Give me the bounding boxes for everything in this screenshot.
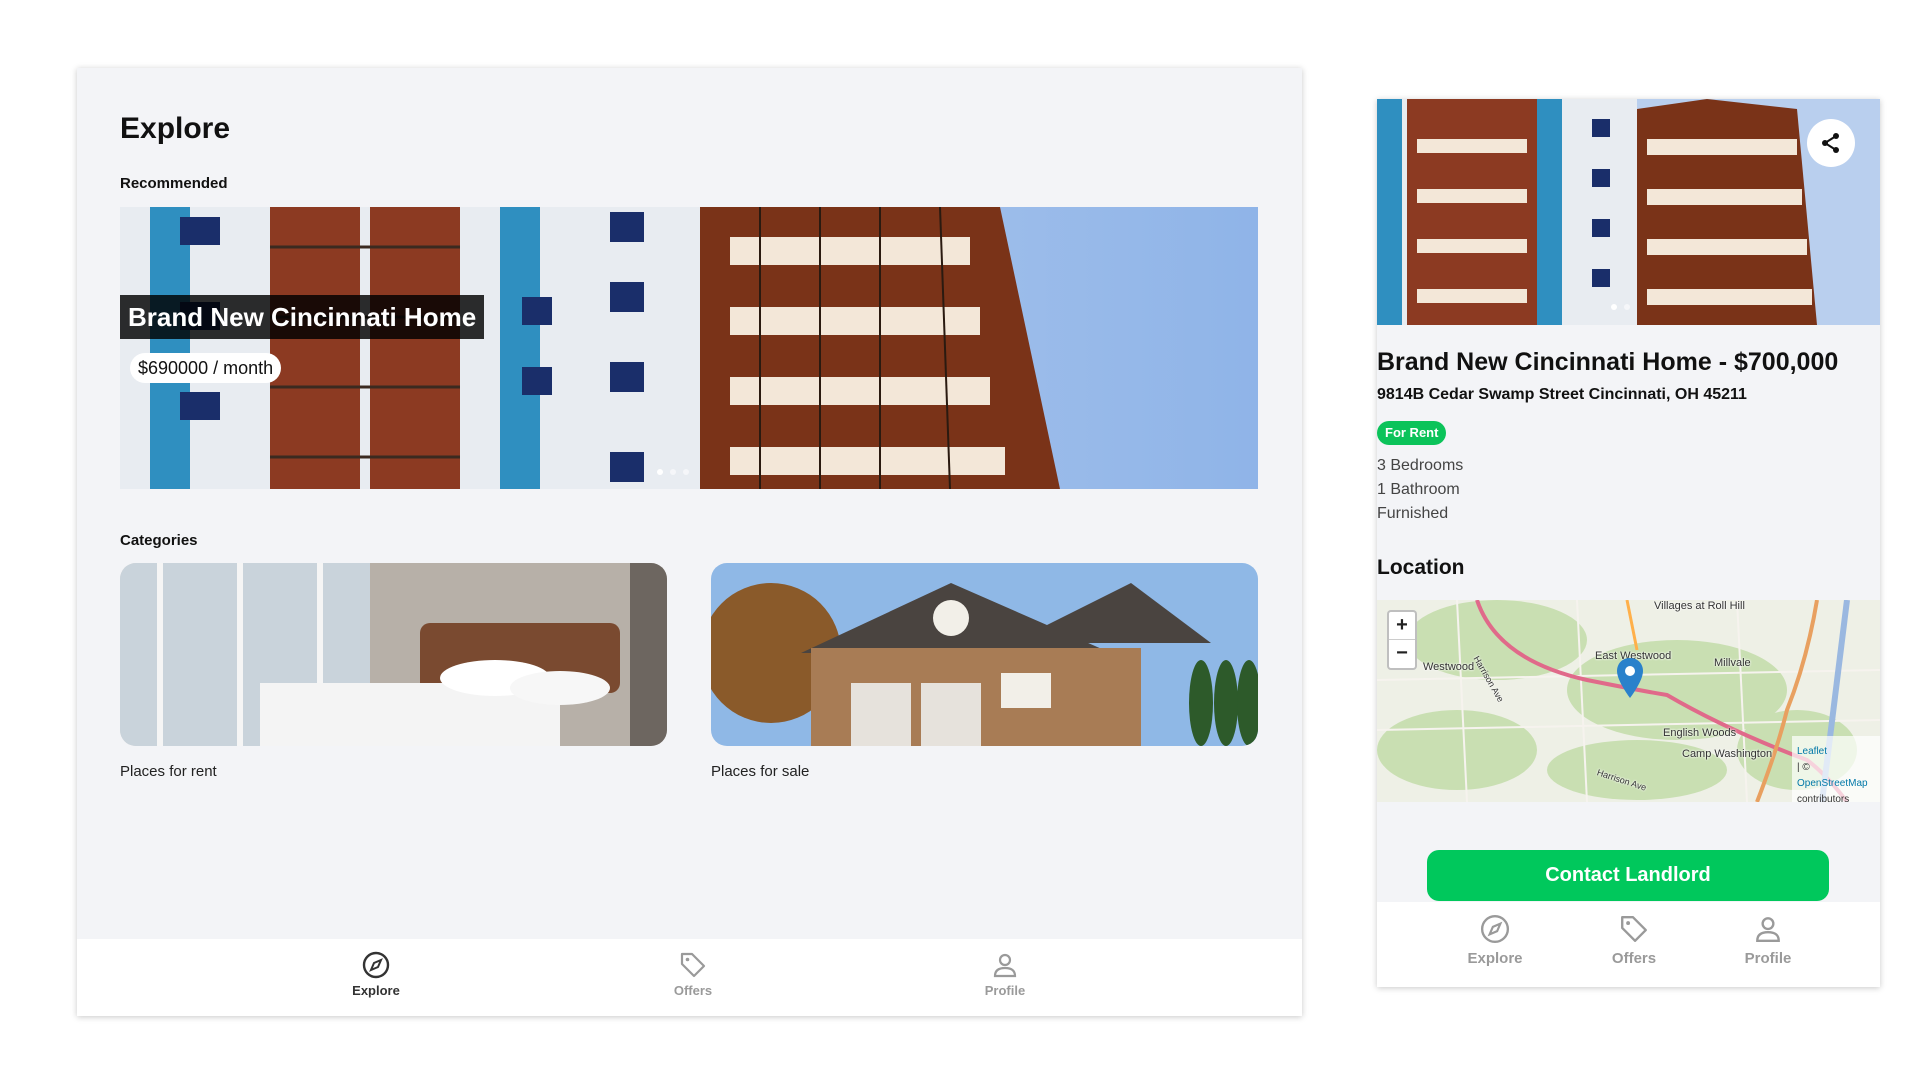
map-zoom-control: + − [1387,610,1417,670]
carousel-dot[interactable] [657,469,663,475]
listing-detail-screen: Brand New Cincinnati Home - $700,000 981… [1377,99,1880,987]
tab-offers[interactable]: Offers [1584,902,1684,967]
categories-label: Categories [120,532,198,549]
listing-building-photo [1377,99,1880,325]
gallery-dot[interactable] [1624,304,1630,310]
tab-explore[interactable]: Explore [316,939,436,1016]
category-card-sale[interactable] [711,563,1258,746]
share-icon [1822,133,1839,153]
leaflet-link[interactable]: Leaflet [1797,746,1827,757]
gallery-dot[interactable] [1611,304,1617,310]
contact-landlord-button[interactable]: Contact Landlord [1427,850,1829,901]
feature-furnished: Furnished [1377,505,1449,522]
tab-label: Offers [673,983,713,998]
tab-label: Profile [1744,950,1792,967]
bottom-tab-bar: Explore Offers Profile [1377,902,1880,987]
bottom-tab-bar: Explore Offers Profile [77,939,1302,1016]
tab-profile[interactable]: Profile [945,939,1065,1016]
gallery-dots [1611,304,1630,310]
featured-title: Brand New Cincinnati Home [120,295,485,339]
map-marker-icon [1617,658,1643,698]
tab-explore[interactable]: Explore [1445,902,1545,967]
carousel-dot[interactable] [670,469,676,475]
map-attribution: Leaflet | © OpenStreetMap contributors [1792,736,1880,802]
location-map[interactable]: Villages at Roll Hill Westwood East West… [1377,600,1880,802]
listing-photo-gallery[interactable] [1377,99,1880,325]
zoom-out-button[interactable]: − [1389,640,1415,668]
tag-icon [1621,916,1647,942]
tab-label: Explore [1467,950,1523,967]
map-place-label: English Woods [1663,727,1737,739]
category-label-rent[interactable]: Places for rent [120,763,217,780]
map-place-label: Westwood [1423,661,1475,673]
tag-icon [680,952,706,978]
explore-screen: Explore Recommended Brand New Cincinnati… [77,68,1302,1016]
featured-listing-card[interactable]: Brand New Cincinnati Home $690000 / mont… [120,207,1258,489]
carousel-dots [657,469,689,475]
feature-bedrooms: 3 Bedrooms [1377,457,1464,474]
location-heading: Location [1377,556,1465,579]
house-photo [711,563,1258,746]
tab-label: Offers [1611,950,1657,967]
status-badge: For Rent [1377,421,1447,445]
listing-address: 9814B Cedar Swamp Street Cincinnati, OH … [1377,386,1747,403]
attribution-contributors: contributors [1797,794,1850,802]
osm-link[interactable]: OpenStreetMap [1797,778,1868,789]
tab-label: Profile [984,983,1026,998]
category-card-rent[interactable] [120,563,667,746]
map-place-label: Camp Washington [1682,748,1773,760]
map-place-label: Villages at Roll Hill [1654,600,1745,612]
compass-icon [362,951,390,979]
tab-label: Explore [352,983,400,998]
page-title: Explore [120,112,231,145]
tab-offers[interactable]: Offers [633,939,753,1016]
feature-bathrooms: 1 Bathroom [1377,481,1460,498]
featured-price: $690000 / month [130,353,282,383]
featured-building-photo [120,207,1258,489]
attribution-separator: | © [1797,762,1810,773]
zoom-in-button[interactable]: + [1389,612,1415,640]
user-icon [1756,917,1780,942]
category-label-sale[interactable]: Places for sale [711,763,809,780]
carousel-dot[interactable] [683,469,689,475]
listing-title: Brand New Cincinnati Home - $700,000 [1377,348,1839,376]
tab-profile[interactable]: Profile [1718,902,1818,967]
map-place-label: Millvale [1714,657,1751,669]
compass-icon [1480,914,1510,944]
recommended-label: Recommended [120,175,228,192]
user-icon [993,953,1017,978]
share-button[interactable] [1807,119,1855,167]
bedroom-photo [120,563,667,746]
